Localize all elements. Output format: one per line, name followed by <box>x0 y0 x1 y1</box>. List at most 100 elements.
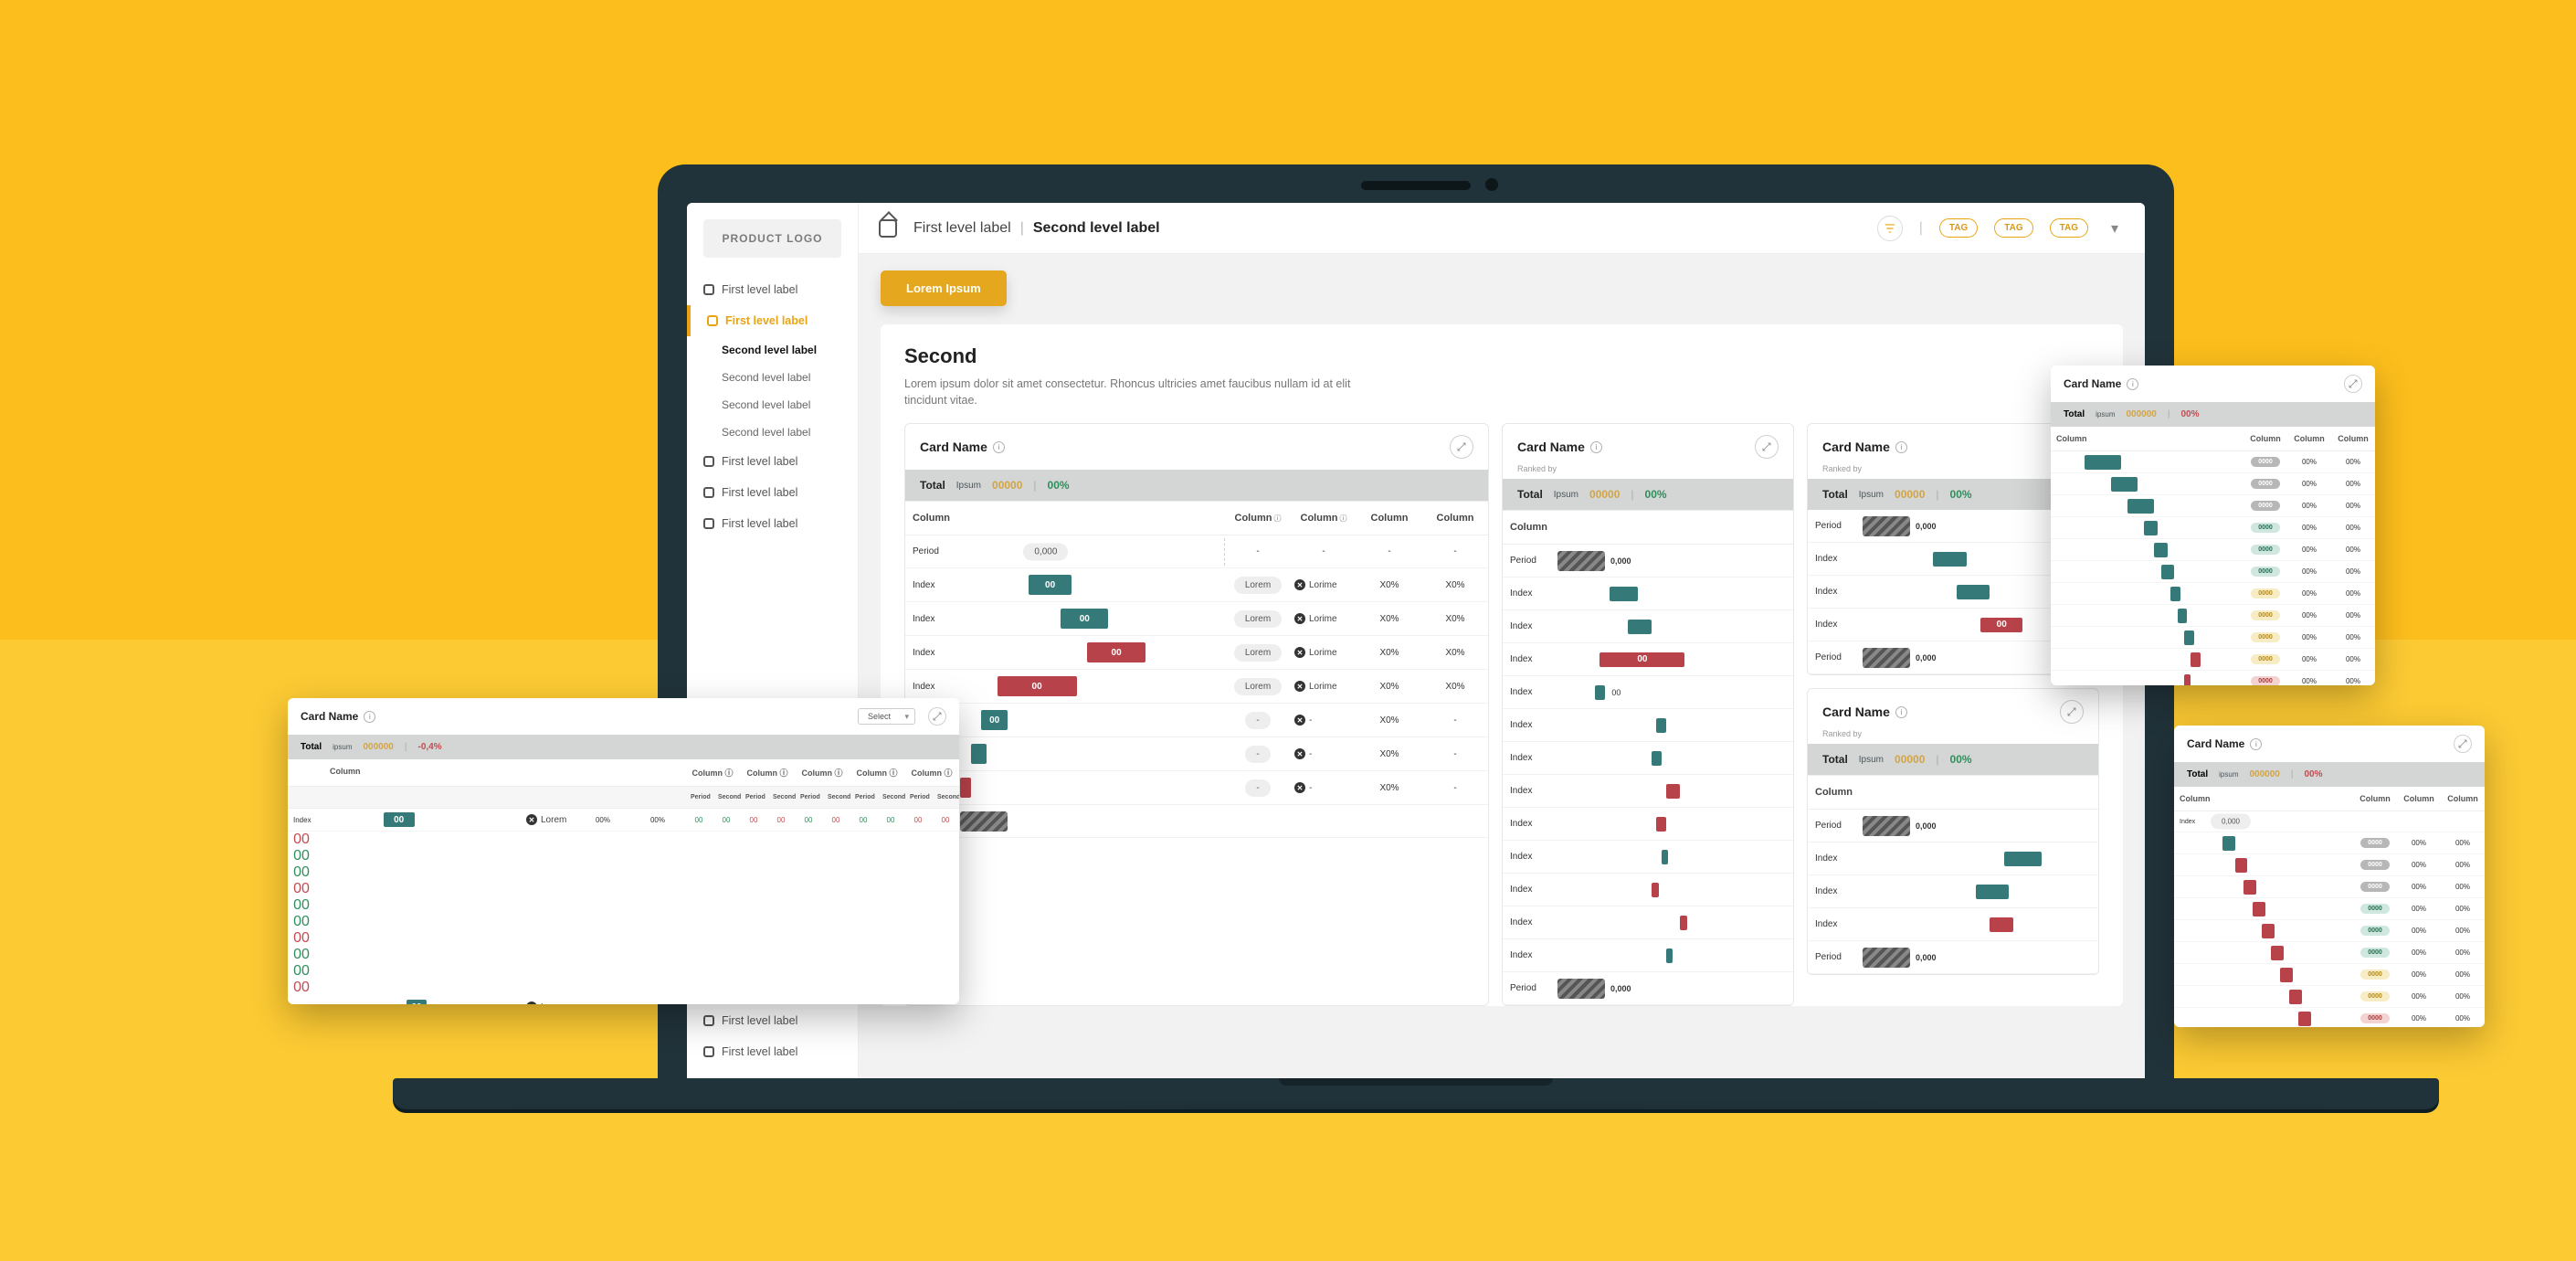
table-row[interactable]: Index <box>1503 709 1793 742</box>
table-row[interactable]: 000000%00% <box>2174 854 2485 876</box>
table-row[interactable]: 000000%00% <box>2051 517 2375 539</box>
nav-mid-1-label: First level label <box>722 455 797 468</box>
table-row[interactable]: Index <box>1503 874 1793 906</box>
table-row[interactable]: 000000%00% <box>2051 451 2375 473</box>
home-icon[interactable] <box>879 219 897 238</box>
table-row[interactable]: Index00 - ✕- X0%- <box>905 704 1488 737</box>
expand-icon[interactable] <box>2454 735 2472 753</box>
table-row[interactable]: 000000%00% <box>2174 964 2485 986</box>
table-row[interactable]: 000000%00% <box>2051 671 2375 685</box>
info-icon[interactable]: i <box>2250 738 2262 750</box>
nav-mid-2[interactable]: First level label <box>687 477 858 508</box>
filter-tag-2[interactable]: TAG <box>1994 218 2032 238</box>
table-row[interactable]: Index <box>1503 841 1793 874</box>
breadcrumb-current: Second level label <box>1033 220 1160 237</box>
card-strip: Card Name i TotalIpsum 00000 | 00% <box>904 423 2099 1006</box>
select-dropdown[interactable]: Select▾ <box>858 708 915 725</box>
col-4: Column <box>1422 502 1488 535</box>
table-row[interactable]: Index <box>1808 875 2098 908</box>
info-icon[interactable]: i <box>1590 441 1602 453</box>
expand-icon[interactable] <box>1755 435 1779 459</box>
cog-icon <box>707 315 718 326</box>
table-row[interactable]: Index00 <box>1503 643 1793 676</box>
expand-icon[interactable] <box>928 707 946 726</box>
table-row[interactable]: Index00 Lorem ✕Lorime X0%X0% <box>905 568 1488 602</box>
table-row[interactable]: 000000%00% <box>2174 1008 2485 1027</box>
info-icon[interactable]: i <box>364 711 375 723</box>
table-row[interactable]: 000000%00% <box>2174 986 2485 1008</box>
main: First level label | Second level label |… <box>859 203 2145 1078</box>
table-row[interactable]: 000000%00% <box>2174 942 2485 964</box>
ranked-by: Ranked by <box>1503 464 1793 479</box>
star-icon <box>703 487 714 498</box>
table-row[interactable]: Index00✕Lorem00%00%00000000000000000000 <box>288 996 959 1004</box>
table-row[interactable]: Index <box>1808 908 2098 941</box>
table-row[interactable]: 000000%00% <box>2051 605 2375 627</box>
nav-first-1-label: First level label <box>722 283 797 296</box>
table-row[interactable]: 000000%00% <box>2174 876 2485 898</box>
table-row[interactable]: Index <box>1503 610 1793 643</box>
table-row[interactable]: 000000%00% <box>2051 649 2375 671</box>
info-icon[interactable]: i <box>1895 706 1907 718</box>
breadcrumb-first[interactable]: First level label <box>913 220 1011 237</box>
nav-mid-3[interactable]: First level label <box>687 508 858 539</box>
table-row[interactable]: 000000%00% <box>2051 561 2375 583</box>
nav-sub-3[interactable]: Second level label <box>687 391 858 419</box>
col-2[interactable]: Columnⓘ <box>1291 502 1357 535</box>
table-row[interactable]: Index <box>1503 906 1793 939</box>
table-row[interactable]: Index <box>1503 742 1793 775</box>
table-row[interactable]: 000000%00% <box>2051 495 2375 517</box>
nav-bottom-1[interactable]: First level label <box>687 1005 858 1036</box>
table-row[interactable]: 000000%00% <box>2051 583 2375 605</box>
table-row[interactable]: 000000%00% <box>2174 898 2485 920</box>
breadcrumb: First level label | Second level label <box>913 220 1160 237</box>
table-row[interactable]: 000000%00% <box>2051 473 2375 495</box>
table-row[interactable]: Index00 Lorem ✕Lorime X0%X0% <box>905 636 1488 670</box>
table-row[interactable]: Index <box>1503 939 1793 972</box>
float-card-topright: Card Namei Totalipsum000000|00% ColumnCo… <box>2051 366 2375 685</box>
table-row[interactable]: Index <box>1503 808 1793 841</box>
nav-bottom-2[interactable]: First level label <box>687 1036 858 1067</box>
filter-tag-3[interactable]: TAG <box>2050 218 2088 238</box>
nav-sub-4[interactable]: Second level label <box>687 419 858 446</box>
filter-button[interactable] <box>1877 216 1903 241</box>
table-row[interactable]: Index00 Lorem ✕Lorime X0%X0% <box>905 602 1488 636</box>
ranked-by: Ranked by <box>1808 729 2098 744</box>
table-row[interactable]: Index <box>1503 775 1793 808</box>
nav-first-2[interactable]: First level label <box>687 305 858 336</box>
filter-tag-1[interactable]: TAG <box>1939 218 1978 238</box>
table-row[interactable]: Index <box>1808 842 2098 875</box>
col-1[interactable]: Columnⓘ <box>1225 502 1291 535</box>
table-row[interactable]: 000000%00% <box>2174 832 2485 854</box>
nav-first-1[interactable]: First level label <box>687 274 858 305</box>
table-row[interactable]: Index00 Lorem ✕Lorime X0%X0% <box>905 670 1488 704</box>
table-row[interactable]: Index <box>1503 578 1793 610</box>
info-icon[interactable]: i <box>1895 441 1907 453</box>
nav-mid-2-label: First level label <box>722 486 797 499</box>
table-row[interactable]: 000000%00% <box>2051 627 2375 649</box>
info-icon[interactable]: i <box>2127 378 2138 390</box>
nav-sub-1[interactable]: Second level label <box>687 336 858 364</box>
table-row[interactable]: Index00✕Lorem00%00%00000000000000000000 <box>288 809 959 832</box>
table-row[interactable]: 000000%00% <box>2174 920 2485 942</box>
primary-action-button[interactable]: Lorem Ipsum <box>881 270 1007 306</box>
card-1-title: Card Name <box>920 440 987 454</box>
card-2-title: Card Name <box>1517 440 1585 454</box>
info-icon[interactable]: i <box>993 441 1005 453</box>
user-icon <box>703 456 714 467</box>
expand-icon[interactable] <box>2060 700 2084 724</box>
nav-sub-2[interactable]: Second level label <box>687 364 858 391</box>
table-row[interactable]: Index - ✕- X0%- <box>905 737 1488 771</box>
expand-icon[interactable] <box>2344 375 2362 393</box>
card-2: Card Name i Ranked by TotalIpsum 00000| … <box>1502 423 1794 1006</box>
table-row[interactable]: 000000%00% <box>2051 539 2375 561</box>
nav-bottom-2-label: First level label <box>722 1045 797 1058</box>
table-row[interactable]: Index00 <box>1503 676 1793 709</box>
clock-icon <box>703 518 714 529</box>
nav-first-2-label: First level label <box>725 314 808 327</box>
table-row[interactable]: Index - ✕- X0%- <box>905 771 1488 805</box>
nav-mid-1[interactable]: First level label <box>687 446 858 477</box>
expand-icon[interactable] <box>1450 435 1473 459</box>
nav-bottom-1-label: First level label <box>722 1014 797 1027</box>
tags-expand[interactable]: ▾ <box>2105 219 2125 238</box>
